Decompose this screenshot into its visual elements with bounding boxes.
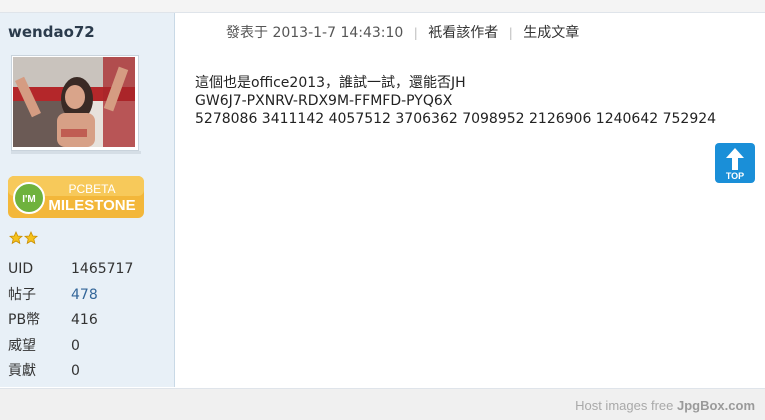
stat-label: 帖子 — [8, 286, 36, 303]
stat-posts: 帖子 478 — [8, 283, 168, 309]
avatar[interactable] — [11, 55, 139, 151]
post-line: 5278086 3411142 4057512 3706362 7098952 … — [195, 111, 717, 127]
stat-uid: UID 1465717 — [8, 257, 168, 283]
stat-label: 威望 — [8, 337, 36, 354]
badge-mark: I'M — [22, 194, 36, 205]
footer: Host images free JpgBox.com — [0, 388, 765, 420]
post-line: GW6J7-PXNRV-RDX9M-FFMFD-PYQ6X — [195, 93, 453, 109]
stat-label: PB幣 — [8, 312, 41, 328]
watermark-brand: JpgBox.com — [676, 398, 755, 413]
stat-posts-link[interactable]: 478 — [71, 283, 98, 309]
back-to-top-button[interactable]: TOP — [715, 143, 755, 183]
post-body: 這個也是office2013，誰試一試，還能否JH GW6J7-PXNRV-RD… — [195, 74, 716, 128]
star-icon — [8, 231, 39, 245]
arrow-up-icon — [726, 148, 744, 170]
author-sidebar: wendao72 I'M PCBETA MILESTONE UID 146571… — [0, 13, 175, 387]
stat-value: 0 — [71, 363, 80, 379]
watermark: Host images free JpgBox.com — [575, 398, 755, 413]
badge-line2: MILESTONE — [48, 197, 135, 214]
stat-value: 416 — [71, 312, 98, 328]
watermark-text: Host images free — [575, 398, 674, 413]
badge-icon: I'M PCBETA MILESTONE — [8, 176, 144, 218]
stat-prestige: 威望 0 — [8, 334, 168, 360]
badge-line1: PCBETA — [68, 182, 115, 196]
posted-prefix: 發表于 — [226, 25, 268, 41]
avatar-shadow — [11, 151, 141, 154]
stat-label: 貢獻 — [8, 363, 36, 379]
post-header: 發表于 2013-1-7 14:43:10 | 衹看該作者 | 生成文章 — [226, 22, 579, 42]
generate-article-link[interactable]: 生成文章 — [523, 25, 579, 41]
only-author-link[interactable]: 衹看該作者 — [428, 25, 498, 41]
avatar-image — [13, 57, 135, 147]
top-label: TOP — [725, 171, 745, 181]
stat-contribution: 貢獻 0 — [8, 359, 168, 385]
user-stats: UID 1465717 帖子 478 PB幣 416 威望 0 貢獻 0 — [8, 257, 168, 385]
separator: | — [413, 26, 418, 40]
posted-time: 2013-1-7 14:43:10 — [272, 25, 404, 41]
stat-label: UID — [8, 261, 34, 277]
stat-pb-coins: PB幣 416 — [8, 308, 168, 334]
top-strip — [0, 0, 765, 13]
stat-value: 1465717 — [71, 261, 134, 277]
pcbeta-milestone-badge[interactable]: I'M PCBETA MILESTONE — [8, 176, 144, 218]
author-username[interactable]: wendao72 — [8, 23, 95, 41]
rank-stars — [8, 230, 39, 245]
stat-value: 0 — [71, 337, 80, 354]
separator: | — [508, 26, 513, 40]
post-line: 這個也是office2013，誰試一試，還能否JH — [195, 75, 466, 91]
